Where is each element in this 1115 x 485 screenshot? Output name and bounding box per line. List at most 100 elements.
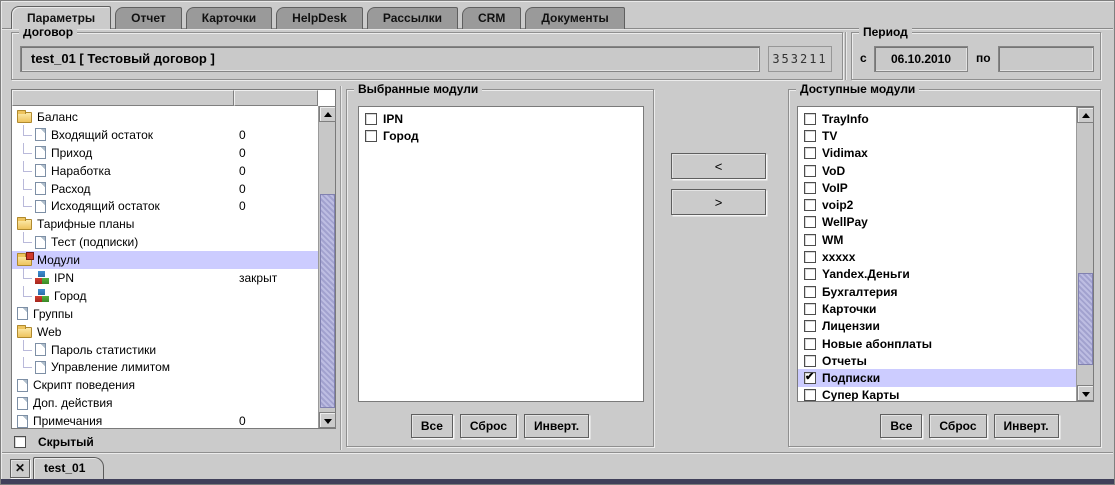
scroll-up-icon[interactable] [1077,107,1094,123]
tree-item-label: Группы [33,307,73,321]
module-checkbox[interactable] [804,216,816,228]
available-modules-scrollbar[interactable] [1076,107,1093,401]
module-item[interactable]: VoIP [798,179,1076,196]
tree-row[interactable]: Расход 0 [12,180,318,198]
module-item[interactable]: Отчеты [798,352,1076,369]
top-tab[interactable]: Карточки [186,7,272,29]
module-checkbox[interactable] [804,182,816,194]
tree-row[interactable]: Исходящий остаток 0 [12,197,318,215]
tree-row[interactable]: Управление лимитом [12,358,318,376]
tree-item-value: 0 [239,414,246,428]
list-action-button[interactable]: Сброс [929,414,986,438]
module-item[interactable]: Карточки [798,300,1076,317]
module-item[interactable]: Vidimax [798,145,1076,162]
top-tab[interactable]: Параметры [11,6,111,29]
module-checkbox[interactable] [804,251,816,263]
module-checkbox[interactable] [804,320,816,332]
module-item[interactable]: Супер Карты [798,387,1076,402]
list-action-button[interactable]: Инверт. [524,414,589,438]
tree-item-value: 0 [239,199,246,213]
top-tab[interactable]: CRM [462,7,521,29]
module-item[interactable]: Лицензии [798,318,1076,335]
tree-row[interactable]: Примечания 0 [12,412,318,428]
tree-row[interactable]: Баланс [12,108,318,126]
module-item[interactable]: Бухгалтерия [798,283,1076,300]
top-tab[interactable]: Документы [525,7,624,29]
module-checkbox[interactable] [804,165,816,177]
module-checkbox[interactable] [804,372,816,384]
module-label: Отчеты [822,354,867,368]
close-tab-icon[interactable]: ✕ [10,459,30,478]
available-scrollbar-thumb[interactable] [1078,273,1093,365]
tree-scrollbar[interactable] [318,106,335,428]
tree-header-value-column[interactable] [234,90,318,106]
list-action-button[interactable]: Все [880,414,922,438]
list-action-button[interactable]: Инверт. [994,414,1059,438]
module-checkbox[interactable] [804,303,816,315]
module-checkbox[interactable] [804,113,816,125]
top-tab[interactable]: Рассылки [367,7,458,29]
module-item[interactable]: WellPay [798,214,1076,231]
period-to-field[interactable] [998,46,1094,72]
module-item[interactable]: Новые абонплаты [798,335,1076,352]
module-checkbox[interactable] [804,286,816,298]
list-action-button[interactable]: Сброс [460,414,517,438]
module-item[interactable]: TV [798,127,1076,144]
top-tab[interactable]: HelpDesk [276,7,363,29]
module-item[interactable]: IPN [359,110,643,127]
tree-row[interactable]: Тарифные планы [12,215,318,233]
tree-item-label: Баланс [37,110,78,124]
tree-row[interactable]: Тест (подписки) [12,233,318,251]
list-action-button[interactable]: Все [411,414,453,438]
tree-row[interactable]: Модули [12,251,318,269]
module-checkbox[interactable] [804,355,816,367]
module-item[interactable]: Подписки [798,369,1076,386]
bottom-tab-contract[interactable]: test_01 [33,457,104,480]
module-checkbox[interactable] [804,199,816,211]
scroll-down-icon[interactable] [319,412,336,428]
tree-item-icon [35,343,46,356]
hidden-checkbox[interactable] [14,436,26,448]
tree-item-label: Пароль статистики [51,343,156,357]
module-checkbox[interactable] [804,338,816,350]
module-checkbox[interactable] [804,389,816,401]
tree-scrollbar-thumb[interactable] [320,194,335,408]
tree-item-icon [35,146,46,159]
tree-item-icon [35,361,46,374]
tree-row[interactable]: Наработка 0 [12,162,318,180]
module-item[interactable]: xxxxx [798,248,1076,265]
tree-row[interactable]: Доп. действия [12,394,318,412]
module-item[interactable]: WM [798,231,1076,248]
module-checkbox[interactable] [804,234,816,246]
panel-separator [340,86,341,450]
module-checkbox[interactable] [804,130,816,142]
module-item[interactable]: Yandex.Деньги [798,266,1076,283]
tree-row[interactable]: Web [12,323,318,341]
tree-row[interactable]: Приход 0 [12,144,318,162]
tree-row[interactable]: Город [12,287,318,305]
period-group-title: Период [859,25,912,39]
module-checkbox[interactable] [804,268,816,280]
top-tab[interactable]: Отчет [115,7,182,29]
tree-row[interactable]: Группы [12,305,318,323]
tree-row[interactable]: Входящий остаток 0 [12,126,318,144]
tree-header-name-column[interactable] [12,90,234,106]
contract-id-field: 353211 [768,46,832,72]
tree-row[interactable]: Пароль статистики [12,341,318,359]
tree-connector-line [23,179,32,190]
module-checkbox[interactable] [365,130,377,142]
module-checkbox[interactable] [804,147,816,159]
tree-row[interactable]: Скрипт поведения [12,376,318,394]
move-right-button[interactable]: > [671,189,766,215]
scroll-down-icon[interactable] [1077,385,1094,401]
module-item[interactable]: voip2 [798,196,1076,213]
module-checkbox[interactable] [365,113,377,125]
move-left-button[interactable]: < [671,153,766,179]
module-item[interactable]: VoD [798,162,1076,179]
module-item[interactable]: Город [359,127,643,144]
contract-name-field[interactable]: test_01 [ Тестовый договор ] [20,46,760,72]
scroll-up-icon[interactable] [319,106,336,122]
module-item[interactable]: TrayInfo [798,110,1076,127]
tree-row[interactable]: IPN закрыт [12,269,318,287]
period-from-field[interactable]: 06.10.2010 [874,46,968,72]
